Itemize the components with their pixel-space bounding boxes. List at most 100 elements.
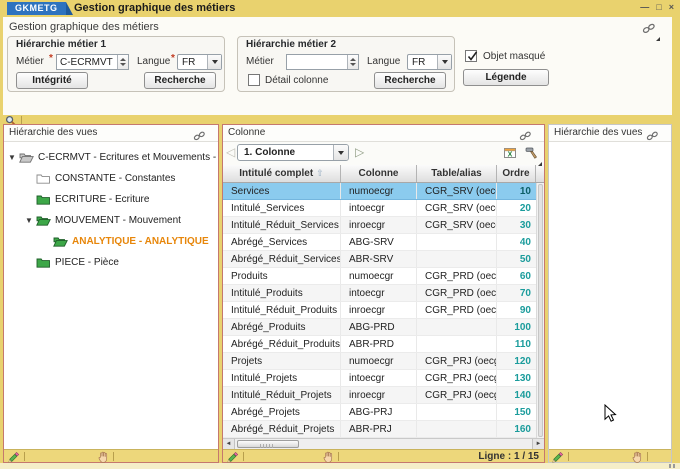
cell-intitule: Abrégé_Réduit_Produits	[223, 336, 341, 352]
column-header-colonne[interactable]: Colonne	[341, 165, 417, 182]
recherche-button-1[interactable]: Recherche	[144, 72, 216, 89]
table-row[interactable]: Abrégé_Réduit_ProduitsABR-PRD110	[223, 336, 536, 353]
tree-item[interactable]: ▼MOUVEMENT - Mouvement	[4, 210, 218, 231]
table-row[interactable]: Abrégé_Réduit_ProjetsABR-PRJ160	[223, 421, 536, 438]
cell-ordre: 40	[497, 234, 536, 250]
tree-item-label: PIECE - Pièce	[55, 257, 119, 268]
scroll-left-icon[interactable]: ◄	[223, 439, 235, 449]
table-row[interactable]: Abrégé_ProjetsABG-PRJ 150	[223, 404, 536, 421]
tree: ▼C-ECRMVT - Ecritures et Mouvements - Cl…	[4, 142, 218, 273]
cell-table-alias	[417, 404, 497, 420]
cell-table-alias	[417, 234, 497, 250]
table-row[interactable]: Abrégé_ServicesABG-SRV 40	[223, 234, 536, 251]
app-code-badge: GKMETG	[7, 2, 66, 15]
cell-table-alias: CGR_SRV (oecgr)	[417, 183, 497, 199]
cell-intitule: Abrégé_Projets	[223, 404, 341, 420]
integrite-button[interactable]: Intégrité	[16, 72, 88, 89]
close-button[interactable]: ×	[669, 2, 674, 13]
langue-select-2[interactable]: FR	[407, 54, 452, 70]
column-toolbar: ◁ 1. Colonne ▷ X	[223, 142, 544, 165]
cell-intitule: Abrégé_Services	[223, 234, 341, 250]
objet-masque-checkbox[interactable]	[465, 50, 477, 62]
tree-item[interactable]: PIECE - Pièce	[4, 252, 218, 273]
table-row[interactable]: Abrégé_ProduitsABG-PRD 100	[223, 319, 536, 336]
langue-select[interactable]: FR	[177, 54, 222, 70]
maximize-button[interactable]: □	[656, 2, 661, 13]
scrollbar-thumb[interactable]	[237, 440, 299, 448]
recherche-button-2[interactable]: Recherche	[374, 72, 446, 89]
table-row[interactable]: ProjetsnumoecgrCGR_PRJ (oecgr)120	[223, 353, 536, 370]
folder-open-green-icon	[36, 215, 51, 226]
cell-intitule: Intitulé_Projets	[223, 370, 341, 386]
table-row[interactable]: ProduitsnumoecgrCGR_PRD (oecgr)60	[223, 268, 536, 285]
cell-table-alias: CGR_PRD (oecgr)	[417, 268, 497, 284]
excel-export-icon[interactable]: X	[504, 146, 516, 164]
spinner-control[interactable]	[347, 55, 358, 69]
table-row[interactable]: Intitulé_Réduit_ProjetsinroecgrCGR_PRJ (…	[223, 387, 536, 404]
cell-colonne: ABG-SRV	[341, 234, 417, 250]
cell-intitule: Abrégé_Produits	[223, 319, 341, 335]
tree-item[interactable]: ▼C-ECRMVT - Ecritures et Mouvements - Cl…	[4, 147, 218, 168]
tree-item-label: ANALYTIQUE - ANALYTIQUE	[72, 236, 209, 247]
scroll-right-icon[interactable]: ►	[532, 439, 544, 449]
vertical-scrollbar[interactable]	[536, 183, 544, 438]
app-window: GKMETG Gestion graphique des métiers — □…	[0, 0, 680, 469]
tree-item[interactable]: CONSTANTE - Constantes	[4, 168, 218, 189]
table-row[interactable]: Intitulé_ServicesintoecgrCGR_SRV (oecgr)…	[223, 200, 536, 217]
cell-ordre: 10	[497, 183, 536, 199]
middle-panel-statusbar: Ligne : 1 / 15	[223, 449, 544, 462]
line-counter: Ligne : 1 / 15	[478, 451, 539, 462]
table-row[interactable]: Intitulé_ProduitsintoecgrCGR_PRD (oecgr)…	[223, 285, 536, 302]
hammer-icon[interactable]	[525, 146, 538, 164]
cell-colonne: ABR-PRJ	[341, 421, 417, 437]
group-title: Hiérarchie métier 1	[16, 39, 106, 50]
table-row[interactable]: Intitulé_Réduit_ServicesinroecgrCGR_SRV …	[223, 217, 536, 234]
column-header-table-alias[interactable]: Table/alias	[417, 165, 497, 182]
tree-item[interactable]: ECRITURE - Ecriture	[4, 189, 218, 210]
chevron-down-icon	[207, 55, 221, 69]
spinner-control[interactable]	[117, 55, 128, 69]
table-row[interactable]: ServicesnumoecgrCGR_SRV (oecgr)10	[223, 183, 536, 200]
resize-grip[interactable]	[669, 464, 677, 468]
previous-arrow-icon[interactable]: ◁	[226, 145, 235, 160]
detail-colonne-checkbox[interactable]	[248, 74, 260, 86]
folder-open-gray-icon	[19, 152, 34, 163]
cell-ordre: 150	[497, 404, 536, 420]
table-row[interactable]: Abrégé_Réduit_ServicesABR-SRV50	[223, 251, 536, 268]
table-row[interactable]: Intitulé_ProjetsintoecgrCGR_PRJ (oecgr)1…	[223, 370, 536, 387]
cell-colonne: ABR-PRD	[341, 336, 417, 352]
tree-item-label: CONSTANTE - Constantes	[55, 173, 175, 184]
tree-item[interactable]: ANALYTIQUE - ANALYTIQUE	[4, 231, 218, 252]
cell-ordre: 100	[497, 319, 536, 335]
minimize-button[interactable]: —	[640, 2, 649, 13]
cell-intitule: Intitulé_Réduit_Produits	[223, 302, 341, 318]
cell-colonne: inroecgr	[341, 217, 417, 233]
middle-panel: Colonne ◁ 1. Colonne ▷ X	[222, 124, 545, 463]
expander-icon[interactable]: ▼	[8, 153, 19, 162]
cell-ordre: 50	[497, 251, 536, 267]
expander-icon[interactable]: ▼	[25, 216, 36, 225]
metier-label: Métier	[246, 56, 274, 67]
table-row[interactable]: Intitulé_Réduit_ProduitsinroecgrCGR_PRD …	[223, 302, 536, 319]
cell-ordre: 60	[497, 268, 536, 284]
folder-open-green-icon	[53, 236, 68, 247]
group-hierarchie-metier-1: Hiérarchie métier 1 Métier * Langue * FR…	[7, 36, 225, 92]
horizontal-scrollbar[interactable]: ◄ ►	[223, 438, 544, 449]
link-icon[interactable]	[642, 21, 656, 39]
legende-button[interactable]: Légende	[463, 69, 549, 86]
folder-green-icon	[36, 257, 51, 268]
column-header-intitule[interactable]: Intitulé complet ⇧	[223, 165, 341, 182]
right-panel-header: Hiérarchie des vues	[549, 125, 671, 142]
required-marker: *	[49, 53, 53, 64]
cell-colonne: ABG-PRJ	[341, 404, 417, 420]
cell-table-alias	[417, 251, 497, 267]
cell-table-alias: CGR_PRJ (oecgr)	[417, 387, 497, 403]
group-title: Hiérarchie métier 2	[246, 39, 336, 50]
cell-intitule: Services	[223, 183, 341, 199]
next-arrow-icon[interactable]: ▷	[355, 145, 364, 160]
cell-colonne: ABG-PRD	[341, 319, 417, 335]
column-header-ordre[interactable]: Ordre	[497, 165, 536, 182]
detail-colonne-label: Détail colonne	[265, 75, 328, 86]
column-selector[interactable]: 1. Colonne	[237, 144, 349, 161]
mouse-cursor	[604, 404, 617, 428]
